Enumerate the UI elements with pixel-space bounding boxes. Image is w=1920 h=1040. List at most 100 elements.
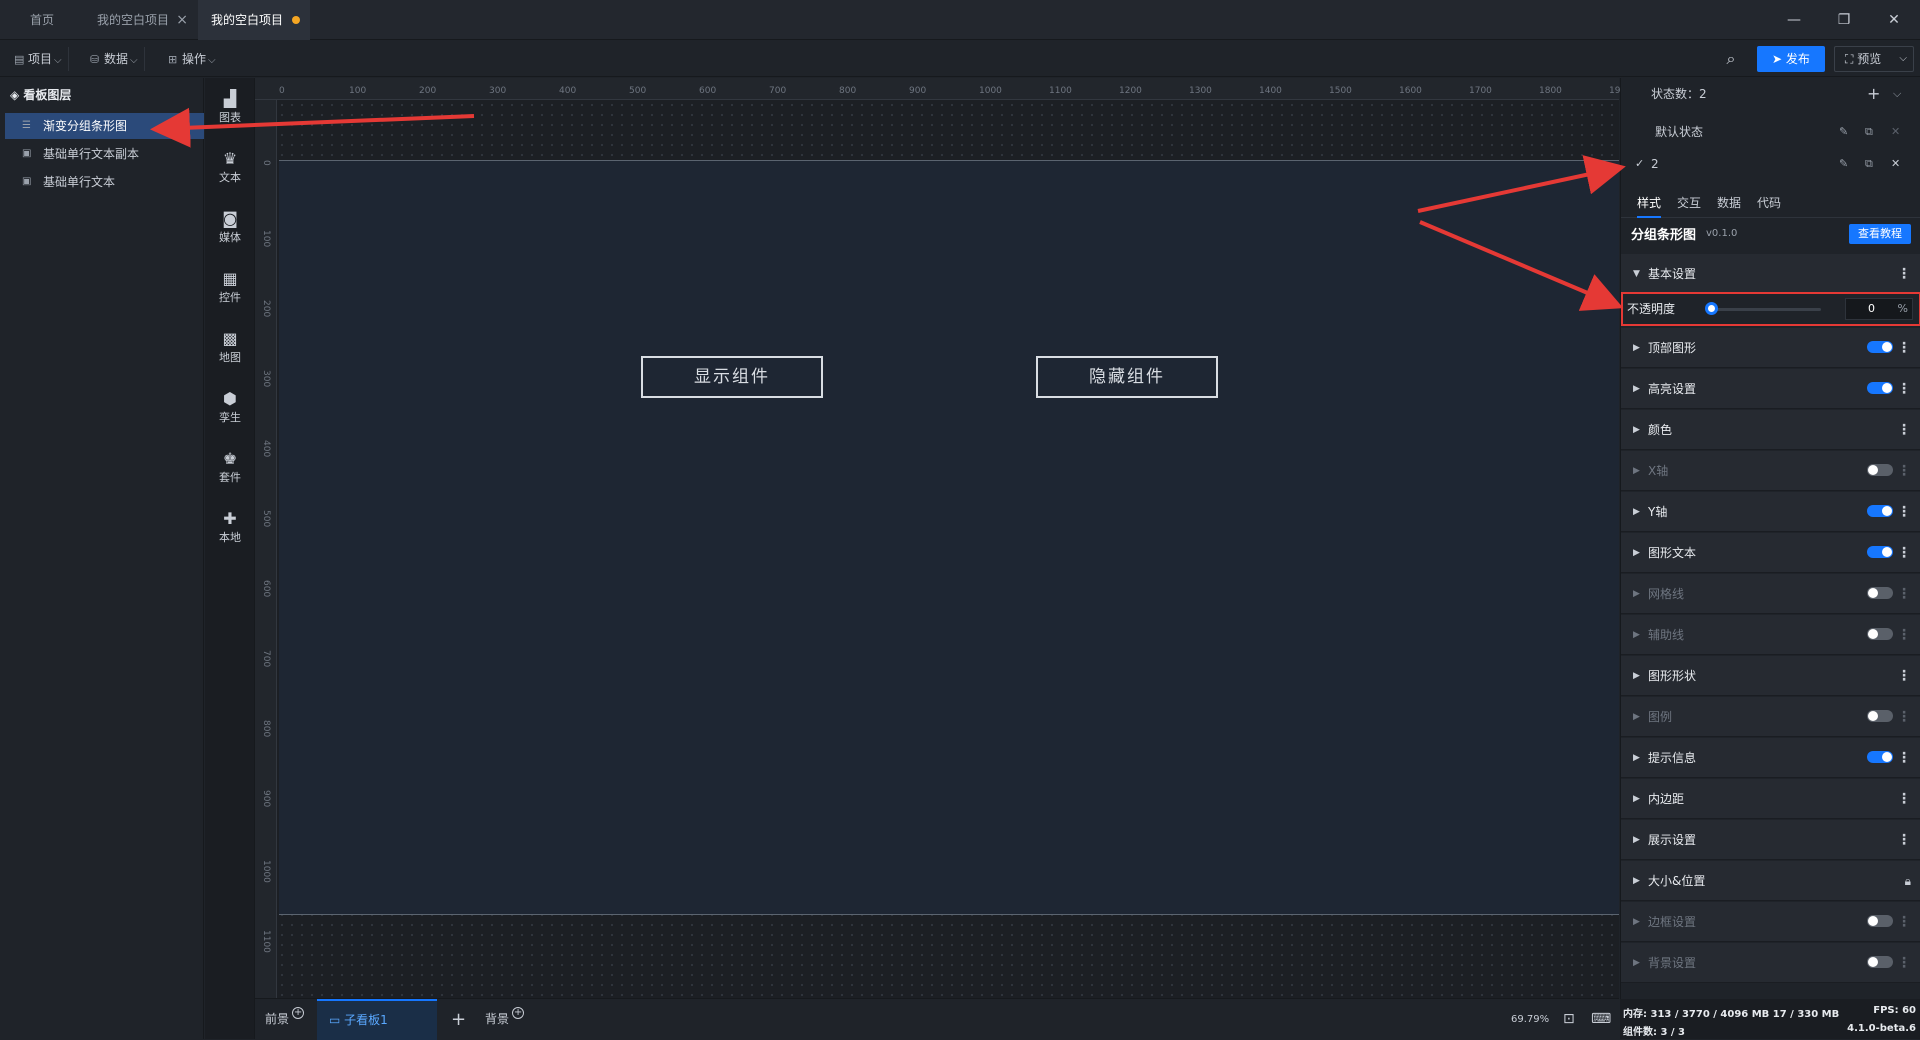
copy-icon[interactable]: ⧉	[1865, 148, 1873, 180]
section-toggle[interactable]	[1867, 587, 1893, 599]
more-icon[interactable]: ⋮	[1897, 369, 1911, 409]
publish-button[interactable]: ➤ 发布	[1757, 46, 1825, 72]
more-icon[interactable]: ⋮	[1897, 779, 1911, 819]
section-row[interactable]: ▶ 高亮设置 ⋮	[1621, 369, 1920, 409]
menu-project[interactable]: ▤ 项目 ⌵	[8, 47, 69, 71]
delete-icon[interactable]: ✕	[1891, 116, 1900, 148]
zoom-level[interactable]: 69.79%	[1511, 999, 1549, 1040]
opacity-slider-handle[interactable]	[1705, 302, 1718, 315]
section-row[interactable]: ▶ 展示设置 ⋮	[1621, 820, 1920, 860]
menu-data[interactable]: ⛁ 数据 ⌵	[84, 47, 145, 71]
caret-right-icon[interactable]: ▶	[1633, 820, 1640, 860]
caret-right-icon[interactable]: ▶	[1633, 410, 1640, 450]
caret-right-icon[interactable]: ▶	[1633, 902, 1640, 942]
lock-icon[interactable]: 🔒︎	[1905, 861, 1911, 901]
rail-suite[interactable]: ♚ 套件	[205, 450, 255, 485]
foreground-tab[interactable]: 前景 +	[265, 999, 305, 1040]
hide-component-button[interactable]: 隐藏组件	[1036, 356, 1218, 398]
section-toggle[interactable]	[1867, 915, 1893, 927]
section-row[interactable]: ▶ 顶部图形 ⋮	[1621, 328, 1920, 368]
more-icon[interactable]: ⋮	[1897, 697, 1911, 737]
section-toggle[interactable]	[1867, 710, 1893, 722]
menu-operate[interactable]: ⊞ 操作 ⌵	[162, 47, 222, 71]
more-icon[interactable]: ⋮	[1897, 328, 1911, 368]
rail-twin[interactable]: ⬢ 孪生	[205, 390, 255, 425]
more-icon[interactable]: ⋮	[1897, 451, 1911, 491]
more-icon[interactable]: ⋮	[1897, 943, 1911, 983]
section-row[interactable]: ▶ 图例 ⋮	[1621, 697, 1920, 737]
more-icon[interactable]: ⋮	[1897, 615, 1911, 655]
caret-right-icon[interactable]: ▶	[1633, 738, 1640, 778]
tutorial-button[interactable]: 查看教程	[1849, 224, 1911, 244]
rail-chart[interactable]: ▟ 图表	[205, 90, 255, 125]
tab-project-active[interactable]: 我的空白项目	[198, 0, 310, 40]
show-component-button[interactable]: 显示组件	[641, 356, 823, 398]
copy-icon[interactable]: ⧉	[1865, 116, 1873, 148]
layer-item[interactable]: ☰ 渐变分组条形图	[5, 113, 204, 139]
section-row[interactable]: ▶ 网格线 ⋮	[1621, 574, 1920, 614]
section-row[interactable]: ▶ 大小&位置 🔒︎	[1621, 861, 1920, 901]
tab-project-1[interactable]: 我的空白项目 ×	[84, 0, 196, 40]
more-icon[interactable]: ⋮	[1897, 533, 1911, 573]
section-toggle[interactable]	[1867, 628, 1893, 640]
more-icon[interactable]: ⋮	[1897, 492, 1911, 532]
tab-style[interactable]: 样式	[1637, 188, 1662, 218]
layer-item[interactable]: ▣ 基础单行文本	[5, 169, 204, 195]
background-tab[interactable]: 背景 +	[485, 999, 525, 1040]
edit-icon[interactable]: ✎	[1839, 148, 1848, 180]
caret-right-icon[interactable]: ▶	[1633, 697, 1640, 737]
section-row[interactable]: ▶ X轴 ⋮	[1621, 451, 1920, 491]
dashboard-board[interactable]: 显示组件 隐藏组件	[279, 160, 1619, 915]
more-icon[interactable]: ⋮	[1897, 902, 1911, 942]
more-icon[interactable]: ⋮	[1897, 738, 1911, 778]
caret-right-icon[interactable]: ▶	[1633, 779, 1640, 819]
fit-screen-icon[interactable]: ⊡	[1563, 999, 1575, 1040]
sub-board-tab[interactable]: ▭ 子看板1	[317, 999, 437, 1040]
caret-down-icon[interactable]: ▼	[1633, 254, 1640, 294]
keyboard-icon[interactable]: ⌨	[1591, 999, 1611, 1040]
section-row[interactable]: ▶ 图形文本 ⋮	[1621, 533, 1920, 573]
tab-interaction[interactable]: 交互	[1677, 188, 1701, 218]
rail-widget[interactable]: ▦ 控件	[205, 270, 255, 305]
add-circle-icon[interactable]: +	[512, 1007, 525, 1019]
section-row[interactable]: ▼ 基本设置 ⋮	[1621, 254, 1920, 294]
section-toggle[interactable]	[1867, 546, 1893, 558]
rail-map[interactable]: ▩ 地图	[205, 330, 255, 365]
more-icon[interactable]: ⋮	[1897, 254, 1911, 294]
caret-right-icon[interactable]: ▶	[1633, 533, 1640, 573]
more-icon[interactable]: ⋮	[1897, 410, 1911, 450]
more-icon[interactable]: ⋮	[1897, 820, 1911, 860]
rail-media[interactable]: ◙ 媒体	[205, 210, 255, 245]
minimize-button[interactable]: —	[1769, 0, 1819, 40]
section-row[interactable]: ▶ 提示信息 ⋮	[1621, 738, 1920, 778]
add-circle-icon[interactable]: +	[292, 1007, 305, 1019]
opacity-input[interactable]: 0 %	[1845, 298, 1913, 320]
delete-icon[interactable]: ✕	[1891, 148, 1900, 180]
section-toggle[interactable]	[1867, 751, 1893, 763]
add-board-button[interactable]: +	[451, 999, 466, 1040]
rail-local[interactable]: ✚ 本地	[205, 510, 255, 545]
search-icon[interactable]: ⌕	[1719, 47, 1743, 71]
add-state-icon[interactable]: +	[1867, 78, 1880, 110]
opacity-slider-track[interactable]	[1711, 308, 1821, 311]
more-icon[interactable]: ⋮	[1897, 656, 1911, 696]
caret-right-icon[interactable]: ▶	[1633, 492, 1640, 532]
restore-button[interactable]: ❐	[1819, 0, 1869, 40]
section-toggle[interactable]	[1867, 505, 1893, 517]
more-icon[interactable]: ⋮	[1897, 574, 1911, 614]
section-toggle[interactable]	[1867, 956, 1893, 968]
section-row[interactable]: ▶ 背景设置 ⋮	[1621, 943, 1920, 983]
section-row[interactable]: ▶ 图形形状 ⋮	[1621, 656, 1920, 696]
tab-data[interactable]: 数据	[1717, 188, 1741, 218]
close-icon[interactable]: ×	[176, 0, 188, 40]
rail-text[interactable]: ♛ 文本	[205, 150, 255, 185]
preview-button[interactable]: ⛶ 预览 ⌵	[1834, 46, 1914, 72]
layer-item[interactable]: ▣ 基础单行文本副本	[5, 141, 204, 167]
state-row-default[interactable]: 默认状态 ✎ ⧉ ✕	[1621, 116, 1920, 148]
close-window-button[interactable]: ✕	[1869, 0, 1919, 40]
caret-right-icon[interactable]: ▶	[1633, 861, 1640, 901]
section-row[interactable]: ▶ Y轴 ⋮	[1621, 492, 1920, 532]
tab-code[interactable]: 代码	[1757, 188, 1781, 218]
section-row[interactable]: ▶ 边框设置 ⋮	[1621, 902, 1920, 942]
section-toggle[interactable]	[1867, 464, 1893, 476]
